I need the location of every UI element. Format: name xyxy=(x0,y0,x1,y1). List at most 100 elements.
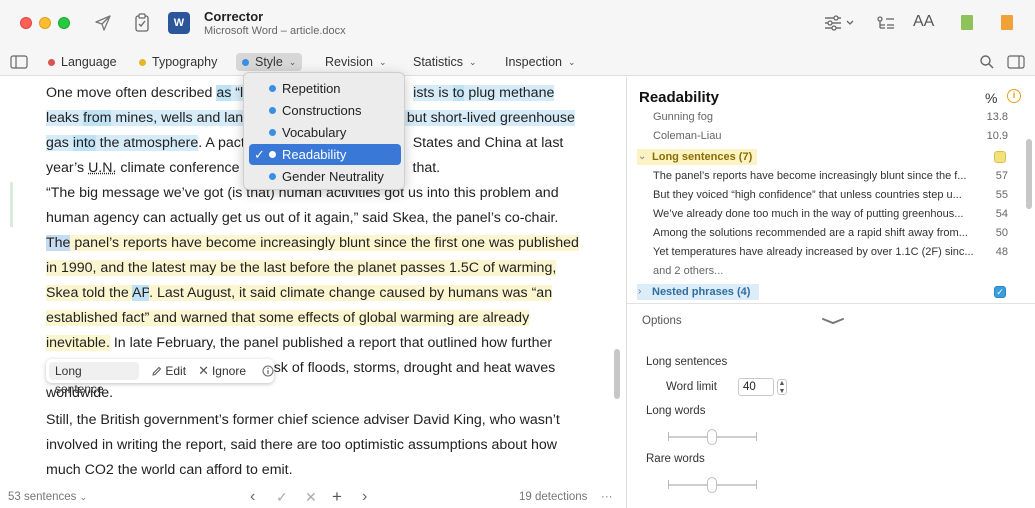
rare-words-slider[interactable] xyxy=(668,477,757,493)
collapse-chevron-icon[interactable] xyxy=(821,313,845,331)
tab-typography[interactable]: Typography xyxy=(133,53,223,71)
dot-icon xyxy=(269,151,276,158)
text-line: Still, the British government’s former c… xyxy=(46,412,560,428)
chevron-down-icon: ⌄ xyxy=(288,56,297,67)
long-sentence-item[interactable]: Yet temperatures have already increased … xyxy=(653,244,1008,260)
menu-item-label: Repetition xyxy=(282,81,341,96)
orange-book-icon[interactable] xyxy=(1001,15,1013,30)
info-button[interactable] xyxy=(262,365,274,377)
rare-words-option-label: Rare words xyxy=(646,453,705,465)
long-sentence-item[interactable]: We’ve already done too much in the way o… xyxy=(653,206,1008,222)
add-plus-icon[interactable]: + xyxy=(332,487,342,507)
settings-sliders-icon[interactable] xyxy=(822,12,856,34)
x-icon: ✕ xyxy=(198,363,209,378)
document-check-icon[interactable] xyxy=(131,12,153,34)
options-divider xyxy=(627,303,1035,304)
text-line: human agency can actually get us out of … xyxy=(46,210,559,226)
long-sentences-group[interactable]: ⌄ Long sentences (7) xyxy=(637,149,757,165)
language-dot-icon xyxy=(48,58,55,66)
inspector-toggle-icon[interactable] xyxy=(1005,51,1027,73)
chevron-down-icon: ⌄ xyxy=(469,56,477,67)
tab-statistics-label: Statistics xyxy=(413,55,464,69)
title-bar: W Corrector Microsoft Word – article.doc… xyxy=(0,0,1035,48)
detection-type-label: Long sentence xyxy=(49,362,140,396)
long-sentence-item[interactable]: But they voiced “high confidence” that u… xyxy=(653,187,1008,203)
change-marker xyxy=(10,182,13,227)
tab-style[interactable]: Style ⌄ xyxy=(236,53,303,71)
menu-item-gender-neutrality[interactable]: Gender Neutrality xyxy=(249,166,401,187)
menu-item-repetition[interactable]: Repetition xyxy=(249,78,401,99)
word-limit-input[interactable]: 40 xyxy=(738,378,774,396)
ignore-label: Ignore xyxy=(211,364,246,378)
more-items-link[interactable]: and 2 others... xyxy=(653,263,1008,279)
slider-knob[interactable] xyxy=(707,429,717,445)
nested-phrases-group[interactable]: › Nested phrases (4) xyxy=(637,284,759,300)
text-size-icon[interactable]: AA xyxy=(913,13,934,31)
long-sentence-item[interactable]: The panel’s reports have become increasi… xyxy=(653,168,1008,184)
sentence-count[interactable]: 53 sentences ⌄ xyxy=(8,491,87,503)
word-limit-stepper[interactable]: ▲ ▼ xyxy=(777,379,787,395)
close-window-button[interactable] xyxy=(20,17,32,29)
edit-label: Edit xyxy=(165,364,187,378)
tab-language-label: Language xyxy=(61,55,117,69)
send-icon[interactable] xyxy=(92,12,114,34)
tab-inspection-label: Inspection xyxy=(505,55,562,69)
typography-dot-icon xyxy=(139,58,146,66)
menu-item-label: Vocabulary xyxy=(282,125,347,140)
edit-button[interactable]: Edit xyxy=(151,364,186,378)
previous-icon[interactable]: ‹ xyxy=(250,488,255,506)
pencil-icon xyxy=(152,366,162,376)
nested-phrases-checkbox[interactable]: ✓ xyxy=(994,286,1006,298)
tab-inspection[interactable]: Inspection ⌄ xyxy=(499,53,582,71)
app-title: Corrector xyxy=(204,9,264,24)
slider-knob[interactable] xyxy=(707,477,717,493)
ignore-button[interactable]: ✕ Ignore xyxy=(198,363,246,379)
long-sentences-checkbox[interactable] xyxy=(994,151,1006,163)
next-icon[interactable]: › xyxy=(362,488,367,506)
text-line: much CO2 the world can afford to emit. xyxy=(46,462,293,478)
detection-popup: Long sentence Edit ✕ Ignore xyxy=(46,359,274,396)
search-icon[interactable] xyxy=(976,51,998,73)
tab-style-label: Style xyxy=(255,55,283,69)
sidebar-toggle-icon[interactable] xyxy=(8,51,30,73)
panel-scrollbar[interactable] xyxy=(1026,139,1032,209)
accept-check-icon[interactable]: ✓ xyxy=(276,489,288,506)
hierarchy-icon[interactable] xyxy=(875,12,897,34)
menu-item-label: Gender Neutrality xyxy=(282,169,384,184)
text-line: The panel’s reports have become increasi… xyxy=(46,235,579,251)
text-line: e risk of floods, storms, drought and he… xyxy=(254,360,556,376)
zoom-window-button[interactable] xyxy=(58,17,70,29)
detection-count: 19 detections xyxy=(519,491,588,503)
long-words-option-label: Long words xyxy=(646,405,706,417)
chevron-down-icon: ⌄ xyxy=(567,56,576,67)
disclosure-open-icon: ⌄ xyxy=(638,151,647,162)
tab-language[interactable]: Language xyxy=(42,53,123,71)
app-window: W Corrector Microsoft Word – article.doc… xyxy=(0,0,1035,508)
tab-revision-label: Revision xyxy=(325,55,373,69)
green-book-icon[interactable] xyxy=(961,15,973,30)
text-line: involved in writing the report, said the… xyxy=(46,437,558,453)
long-sentence-item[interactable]: Among the solutions recommended are a ra… xyxy=(653,225,1008,241)
more-options-icon[interactable]: ··· xyxy=(601,491,613,503)
document-scrollbar[interactable] xyxy=(614,349,620,399)
reject-x-icon[interactable]: ✕ xyxy=(305,489,317,506)
long-sentences-option-label: Long sentences xyxy=(646,356,728,368)
info-icon[interactable]: i xyxy=(1007,89,1021,103)
score-row: Coleman-Liau 10.9 xyxy=(653,130,1008,142)
info-icon xyxy=(262,365,274,377)
dot-icon xyxy=(269,85,276,92)
score-row: Gunning fog 13.8 xyxy=(653,111,1008,123)
menu-item-constructions[interactable]: Constructions xyxy=(249,100,401,121)
menu-item-vocabulary[interactable]: Vocabulary xyxy=(249,122,401,143)
percent-toggle[interactable]: % xyxy=(985,90,997,106)
category-tab-bar: Language Typography Style ⌄ Revision ⌄ S… xyxy=(0,48,1035,76)
disclosure-icon: › xyxy=(638,286,642,297)
tab-statistics[interactable]: Statistics ⌄ xyxy=(407,53,483,71)
long-words-slider[interactable] xyxy=(668,429,757,445)
menu-item-readability[interactable]: ✓ Readability xyxy=(249,144,401,165)
inspector-panel: Readability % i Gunning fog 13.8 Coleman-… xyxy=(627,77,1035,508)
tab-revision[interactable]: Revision ⌄ xyxy=(319,53,392,71)
style-dropdown-menu: Repetition Constructions Vocabulary ✓ Rea… xyxy=(243,72,405,190)
minimize-window-button[interactable] xyxy=(39,17,51,29)
app-subtitle: Microsoft Word – article.docx xyxy=(204,25,346,37)
